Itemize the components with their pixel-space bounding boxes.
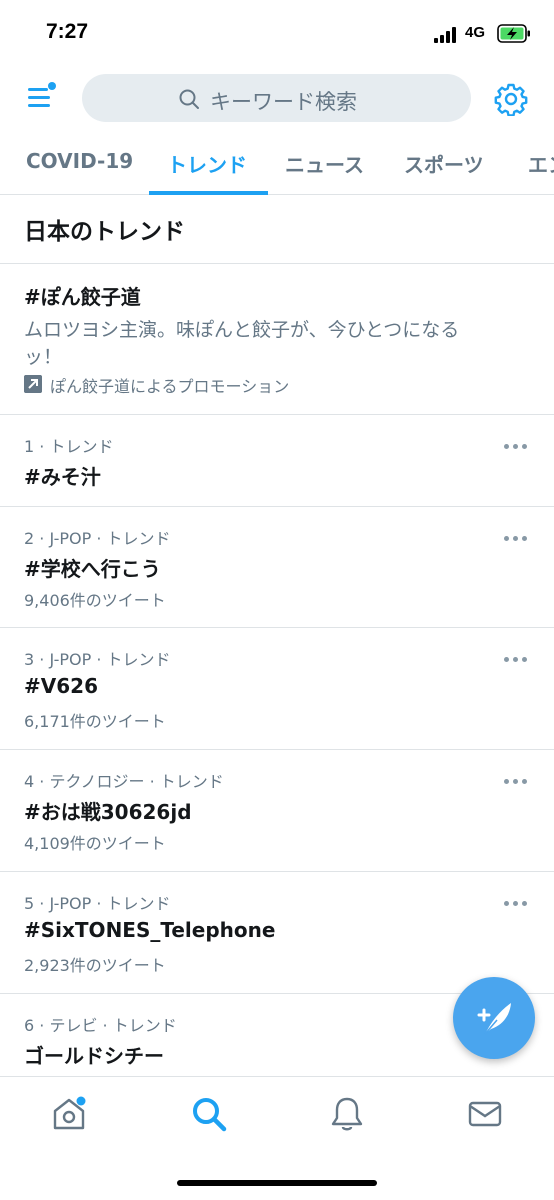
settings-gear-icon[interactable] (494, 82, 528, 116)
promoted-trend-title: #ぽん餃子道 (24, 285, 141, 309)
trend-item[interactable]: 1 · トレンド #みそ汁 (0, 415, 554, 507)
home-icon[interactable] (50, 1095, 88, 1133)
trend-meta: 3 · J-POP · トレンド (24, 650, 171, 669)
promoted-by-label: ぽん餃子道によるプロモーション (50, 377, 290, 396)
notifications-bell-icon[interactable] (328, 1095, 366, 1133)
trend-meta: 5 · J-POP · トレンド (24, 894, 171, 913)
tweet-count: 9,406件のツイート (24, 591, 166, 610)
tweet-count: 2,923件のツイート (24, 956, 166, 975)
more-options-icon[interactable] (504, 535, 528, 543)
search-bar[interactable]: キーワード検索 (82, 74, 471, 122)
signal-strength-icon (434, 27, 460, 43)
active-tab-indicator (149, 191, 268, 195)
trend-meta: 6 · テレビ · トレンド (24, 1016, 177, 1035)
trend-name: #おは戦30626jd (24, 800, 192, 824)
trend-name: #SixTONES_Telephone (24, 918, 276, 942)
more-options-icon[interactable] (504, 443, 528, 451)
network-type: 4G (465, 24, 486, 41)
search-placeholder: キーワード検索 (210, 90, 357, 114)
tab-sports[interactable]: スポーツ (404, 149, 484, 178)
tab-trends[interactable]: トレンド (167, 149, 247, 178)
messages-mail-icon[interactable] (466, 1095, 504, 1133)
trend-name: #学校へ行こう (24, 557, 161, 581)
trend-item[interactable]: 5 · J-POP · トレンド #SixTONES_Telephone 2,9… (0, 872, 554, 994)
trend-item[interactable]: 3 · J-POP · トレンド #V626 6,171件のツイート (0, 628, 554, 750)
status-time: 7:27 (46, 20, 89, 43)
more-options-icon[interactable] (504, 900, 528, 908)
tab-news[interactable]: ニュース (285, 149, 364, 178)
promoted-trend[interactable]: #ぽん餃子道 ムロツヨシ主演。味ぽんと餃子が、今ひとつになるッ！ ぽん餃子道によ… (0, 265, 554, 415)
trend-item[interactable]: 2 · J-POP · トレンド #学校へ行こう 9,406件のツイート (0, 507, 554, 628)
tab-covid-19[interactable]: COVID-19 (26, 149, 133, 173)
top-bar: キーワード検索 (0, 62, 554, 132)
trend-name: #V626 (24, 674, 98, 698)
tweet-count: 4,109件のツイート (24, 834, 166, 853)
promoted-trend-description: ムロツヨシ主演。味ぽんと餃子が、今ひとつになるッ！ (24, 319, 460, 368)
more-options-icon[interactable] (504, 778, 528, 786)
trend-meta: 4 · テクノロジー · トレンド (24, 772, 224, 791)
search-icon[interactable] (190, 1095, 228, 1133)
search-icon (179, 89, 199, 109)
trend-meta: 1 · トレンド (24, 437, 114, 456)
compose-feather-icon (477, 1003, 511, 1035)
promoted-arrow-icon (24, 375, 42, 393)
tweet-count: 6,171件のツイート (24, 712, 166, 731)
more-options-icon[interactable] (504, 656, 528, 664)
trend-meta: 2 · J-POP · トレンド (24, 529, 171, 548)
home-indicator[interactable] (177, 1180, 377, 1186)
section-title: 日本のトレンド (24, 219, 185, 245)
section-header: 日本のトレンド (0, 196, 554, 264)
explore-tabs: COVID-19 トレンド ニュース スポーツ エン (0, 132, 554, 195)
trend-name: #みそ汁 (24, 465, 101, 489)
trend-item[interactable]: 4 · テクノロジー · トレンド #おは戦30626jd 4,109件のツイー… (0, 750, 554, 872)
menu-icon[interactable] (26, 80, 60, 114)
trend-name: ゴールドシチー (24, 1044, 164, 1068)
explore-screen: 7:27 4G キーワード検索 COVID-19 トレンド ニュース スポーツ … (0, 0, 554, 1200)
tab-entertainment[interactable]: エン (528, 149, 554, 178)
battery-charging-icon (497, 24, 530, 43)
status-bar: 7:27 4G (0, 0, 554, 62)
compose-tweet-button[interactable] (453, 977, 535, 1059)
